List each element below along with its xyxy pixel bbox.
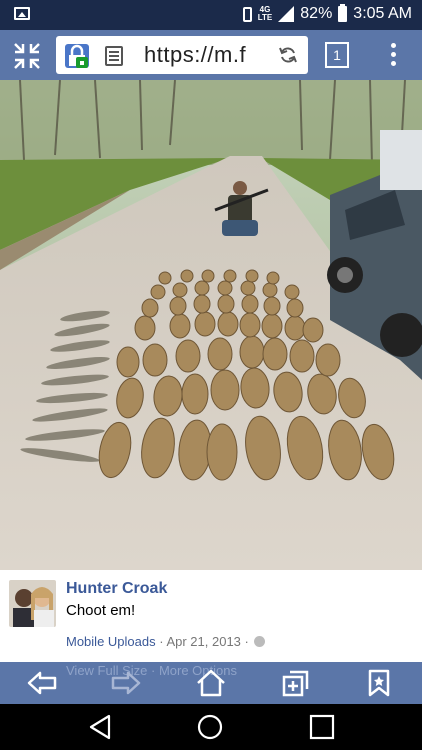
post-card: Hunter Croak Choot em! Mobile Uploads · …: [0, 570, 422, 662]
back-icon[interactable]: [26, 668, 58, 698]
status-bar: 4G LTE 82% 3:05 AM: [0, 0, 422, 30]
nav-back-icon[interactable]: [87, 714, 113, 740]
nav-home-icon[interactable]: [197, 714, 223, 740]
browser-toolbar: https://m.f 1: [0, 30, 422, 80]
battery-icon: [338, 4, 348, 22]
signal-icon: [278, 6, 295, 22]
bookmark-icon[interactable]: [363, 668, 395, 698]
nav-recents-icon[interactable]: [309, 714, 335, 740]
meta-separator: ·: [155, 634, 167, 649]
page-icon[interactable]: [105, 46, 123, 66]
url-bar[interactable]: https://m.f: [56, 36, 308, 74]
gallery-icon: [14, 7, 30, 20]
globe-icon: [254, 636, 266, 647]
lock-icon[interactable]: [64, 43, 90, 69]
vibrate-icon: [242, 6, 252, 22]
post-text: Choot em!: [66, 602, 136, 619]
meta-separator-2: ·: [240, 634, 253, 649]
url-text[interactable]: https://m.f: [144, 42, 246, 68]
status-indicators: 4G LTE 82% 3:05 AM: [242, 4, 412, 23]
post-date[interactable]: Apr 21, 2013: [166, 634, 240, 649]
network-badge: 4G LTE: [258, 6, 273, 22]
battery-percent: 82%: [300, 5, 333, 22]
browser-bottom-bar: View Full Size · More Options: [0, 662, 422, 704]
author-name-link[interactable]: Hunter Croak: [66, 580, 167, 598]
tabs-icon[interactable]: 1: [325, 42, 349, 68]
album-link[interactable]: Mobile Uploads: [66, 634, 156, 649]
forward-icon[interactable]: [110, 668, 142, 698]
post-photo[interactable]: [0, 80, 422, 570]
avatar[interactable]: [9, 580, 56, 627]
post-meta: Mobile Uploads · Apr 21, 2013 ·: [66, 634, 266, 649]
menu-icon[interactable]: [385, 43, 401, 69]
network-badge-bottom: LTE: [257, 13, 273, 22]
exit-fullscreen-icon[interactable]: [12, 41, 42, 71]
home-icon[interactable]: [195, 668, 227, 698]
clock: 3:05 AM: [353, 5, 412, 22]
add-tab-icon[interactable]: [280, 668, 312, 698]
reload-icon[interactable]: [278, 45, 298, 65]
system-nav-bar: [0, 704, 422, 750]
